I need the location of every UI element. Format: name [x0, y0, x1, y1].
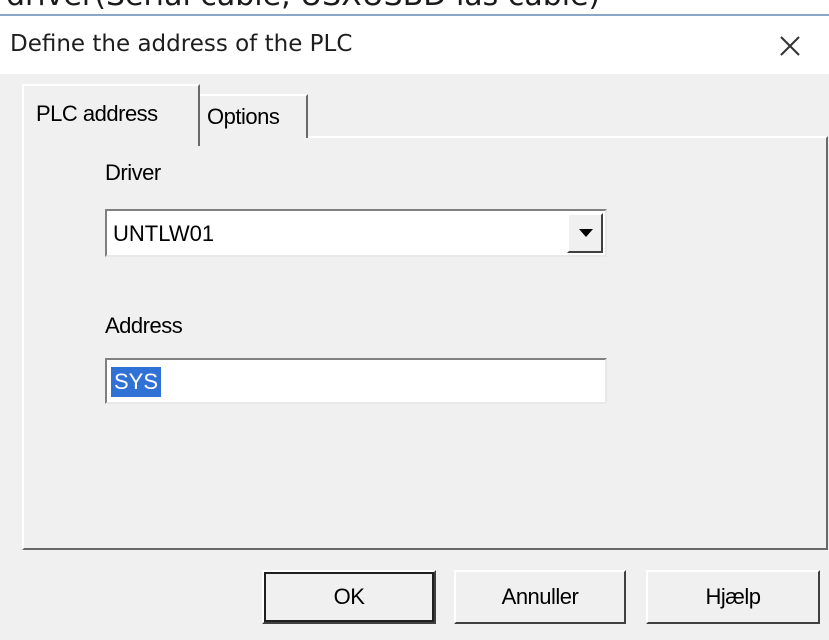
close-icon[interactable]	[772, 28, 808, 64]
address-label: Address	[105, 313, 183, 338]
dropdown-button[interactable]	[567, 213, 603, 253]
dialog-window: driver(Serial cable, USXUSBD las cable) …	[0, 0, 829, 640]
chevron-down-icon	[579, 229, 593, 237]
address-input[interactable]: SYS	[105, 358, 607, 404]
tab-options[interactable]: Options	[198, 94, 308, 138]
dialog-title: Define the address of the PLC	[10, 31, 353, 57]
driver-select[interactable]: UNTLW01	[105, 209, 607, 257]
tab-options-label: Options	[207, 104, 280, 129]
tab-panel	[22, 136, 828, 550]
driver-label: Driver	[105, 160, 161, 185]
cancel-button[interactable]: Annuller	[454, 570, 626, 624]
title-bar: Define the address of the PLC	[0, 16, 829, 74]
driver-select-value: UNTLW01	[113, 221, 215, 246]
background-window-strip: driver(Serial cable, USXUSBD las cable)	[0, 0, 829, 14]
address-input-value: SYS	[111, 367, 162, 397]
help-button[interactable]: Hjælp	[646, 570, 820, 624]
background-text: driver(Serial cable, USXUSBD las cable)	[6, 0, 600, 13]
tab-plc-address[interactable]: PLC address	[22, 84, 200, 146]
tab-plc-address-label: PLC address	[36, 101, 158, 126]
ok-button[interactable]: OK	[262, 570, 436, 624]
